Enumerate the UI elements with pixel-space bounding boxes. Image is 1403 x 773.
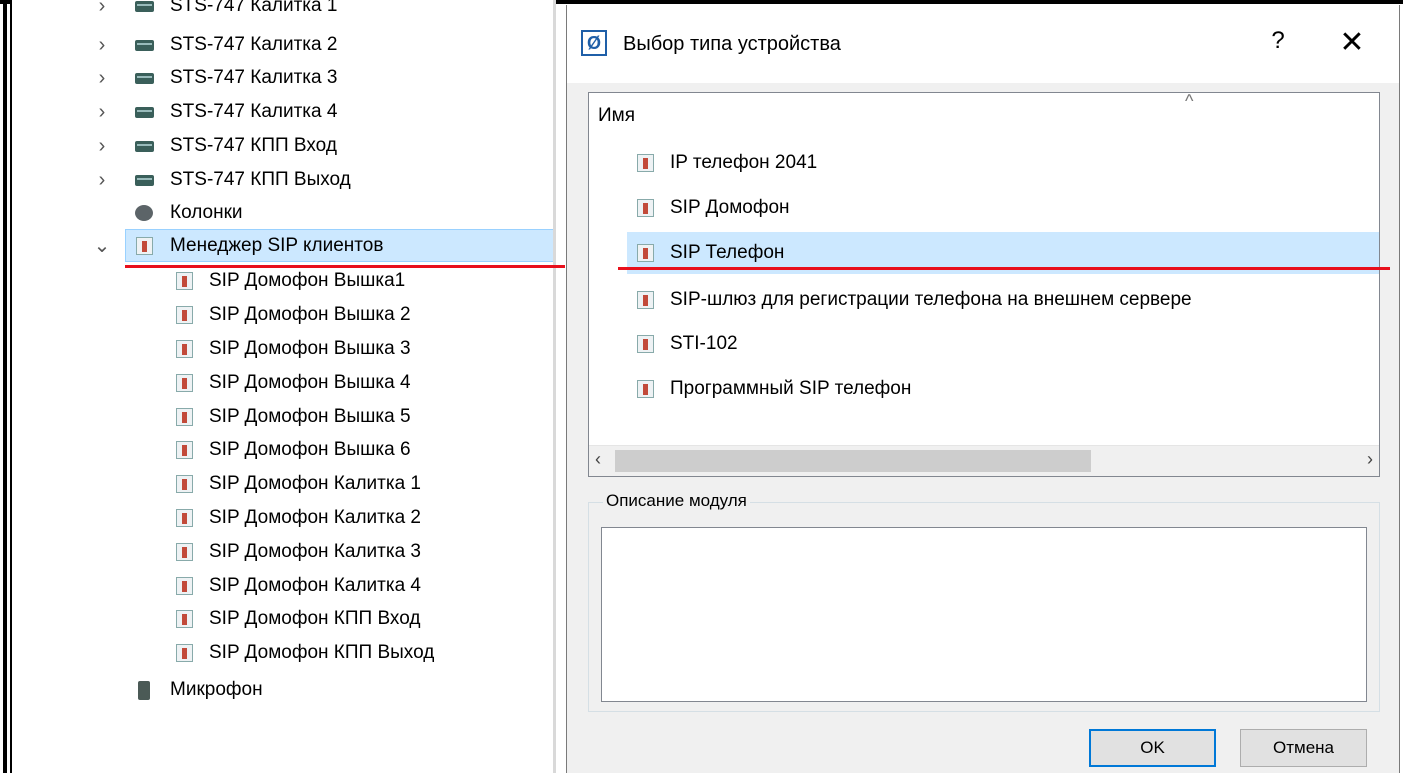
device-icon (134, 136, 154, 156)
tree-item-label: STS-747 КПП Вход (170, 135, 337, 156)
device-tree[interactable]: › STS-747 Калитка 1 › STS-747 Калитка 2 … (12, 0, 555, 773)
sip-icon (174, 305, 194, 325)
chevron-down-icon[interactable]: ⌄ (92, 233, 112, 258)
list-item[interactable]: SIP-шлюз для регистрации телефона на вне… (635, 279, 1192, 321)
tree-item-label: STS-747 Калитка 4 (170, 101, 338, 122)
tree-item-label: SIP Домофон Калитка 2 (209, 507, 421, 528)
scroll-left-icon[interactable]: ‹ (595, 449, 601, 470)
list-item-label: SIP Домофон (670, 197, 790, 218)
sip-icon (174, 407, 194, 427)
list-item[interactable]: Программный SIP телефон (635, 368, 911, 410)
screen-left-border (3, 0, 7, 773)
device-type-dialog: Ø Выбор типа устройства ? ✕ ^ Имя IP тел… (566, 5, 1400, 773)
tree-item-label: Менеджер SIP клиентов (170, 235, 384, 256)
chevron-right-icon[interactable]: › (92, 135, 112, 158)
module-description-label: Описание модуля (603, 491, 750, 511)
scroll-right-icon[interactable]: › (1367, 449, 1373, 470)
sip-icon (174, 643, 194, 663)
device-type-list[interactable]: ^ Имя IP телефон 2041 SIP Домофон SIP Те… (588, 92, 1380, 477)
panel-splitter[interactable] (553, 0, 556, 773)
dialog-title: Выбор типа устройства (623, 33, 841, 55)
list-item-label: STI-102 (670, 333, 738, 354)
module-description-group: Описание модуля (588, 491, 1380, 712)
sip-icon (635, 379, 655, 399)
sip-icon (635, 153, 655, 173)
close-button[interactable]: ✕ (1337, 25, 1367, 60)
tree-item-label: Колонки (170, 202, 243, 223)
sip-icon (635, 290, 655, 310)
sort-ascending-icon: ^ (1185, 92, 1194, 111)
sip-icon (174, 508, 194, 528)
module-description-text[interactable] (601, 527, 1367, 702)
tree-item-label: SIP Домофон Калитка 4 (209, 575, 421, 596)
tree-item-label: SIP Домофон Калитка 1 (209, 473, 421, 494)
tree-item-label: STS-747 КПП Выход (170, 169, 351, 190)
tree-item-label: SIP Домофон КПП Выход (209, 642, 435, 663)
chevron-right-icon[interactable]: › (92, 0, 112, 18)
sip-icon (174, 576, 194, 596)
tree-item-label: Микрофон (170, 679, 263, 700)
list-item[interactable]: SIP Домофон (635, 187, 790, 229)
column-header-name[interactable]: Имя (598, 105, 635, 127)
app-icon: Ø (581, 30, 607, 56)
sip-icon (134, 236, 154, 256)
sip-icon (635, 243, 655, 263)
scrollbar-thumb[interactable] (615, 450, 1091, 472)
sip-icon (635, 198, 655, 218)
tree-item-label: SIP Домофон Калитка 3 (209, 541, 421, 562)
tree-item-label: SIP Домофон КПП Вход (209, 608, 421, 629)
list-item-label: Программный SIP телефон (670, 378, 912, 399)
list-item-label: IP телефон 2041 (670, 152, 818, 173)
chevron-right-icon[interactable]: › (92, 67, 112, 90)
sip-icon (174, 373, 194, 393)
sip-icon (174, 474, 194, 494)
sip-icon (174, 542, 194, 562)
microphone-icon (134, 680, 154, 700)
chevron-right-icon[interactable]: › (92, 34, 112, 57)
chevron-right-icon[interactable]: › (92, 101, 112, 124)
tree-item-label: SIP Домофон Вышка 3 (209, 338, 411, 359)
tree-item-label: SIP Домофон Вышка 4 (209, 372, 411, 393)
list-item-label: SIP-шлюз для регистрации телефона на вне… (670, 289, 1192, 310)
sip-icon (635, 334, 655, 354)
list-item[interactable]: STI-102 (635, 323, 738, 365)
device-icon (134, 0, 154, 16)
sip-icon (174, 609, 194, 629)
tree-item-label: STS-747 Калитка 2 (170, 34, 338, 55)
device-icon (134, 35, 154, 55)
horizontal-scrollbar[interactable]: ‹ › (589, 445, 1379, 476)
tree-item-label: SIP Домофон Вышка 2 (209, 304, 411, 325)
tree-item-label: SIP Домофон Вышка 5 (209, 406, 411, 427)
list-item-label: SIP Телефон (670, 242, 785, 263)
cancel-button[interactable]: Отмена (1240, 729, 1367, 767)
tree-item-label: STS-747 Калитка 1 (170, 0, 338, 16)
device-icon (134, 102, 154, 122)
tree-item-label: SIP Домофон Вышка 6 (209, 439, 411, 460)
speaker-icon (134, 203, 154, 223)
highlight-underline-dialog (618, 267, 1390, 270)
sip-icon (174, 339, 194, 359)
sip-icon (174, 440, 194, 460)
help-button[interactable]: ? (1263, 27, 1293, 55)
ok-button[interactable]: OK (1089, 729, 1216, 767)
tree-item-label: SIP Домофон Вышка1 (209, 270, 406, 291)
chevron-right-icon[interactable]: › (92, 169, 112, 192)
device-icon (134, 170, 154, 190)
dialog-titlebar[interactable]: Ø Выбор типа устройства ? ✕ (567, 5, 1399, 83)
device-icon (134, 68, 154, 88)
highlight-underline-tree (125, 265, 565, 268)
sip-icon (174, 271, 194, 291)
list-item[interactable]: IP телефон 2041 (635, 142, 817, 184)
tree-item-label: STS-747 Калитка 3 (170, 67, 338, 88)
